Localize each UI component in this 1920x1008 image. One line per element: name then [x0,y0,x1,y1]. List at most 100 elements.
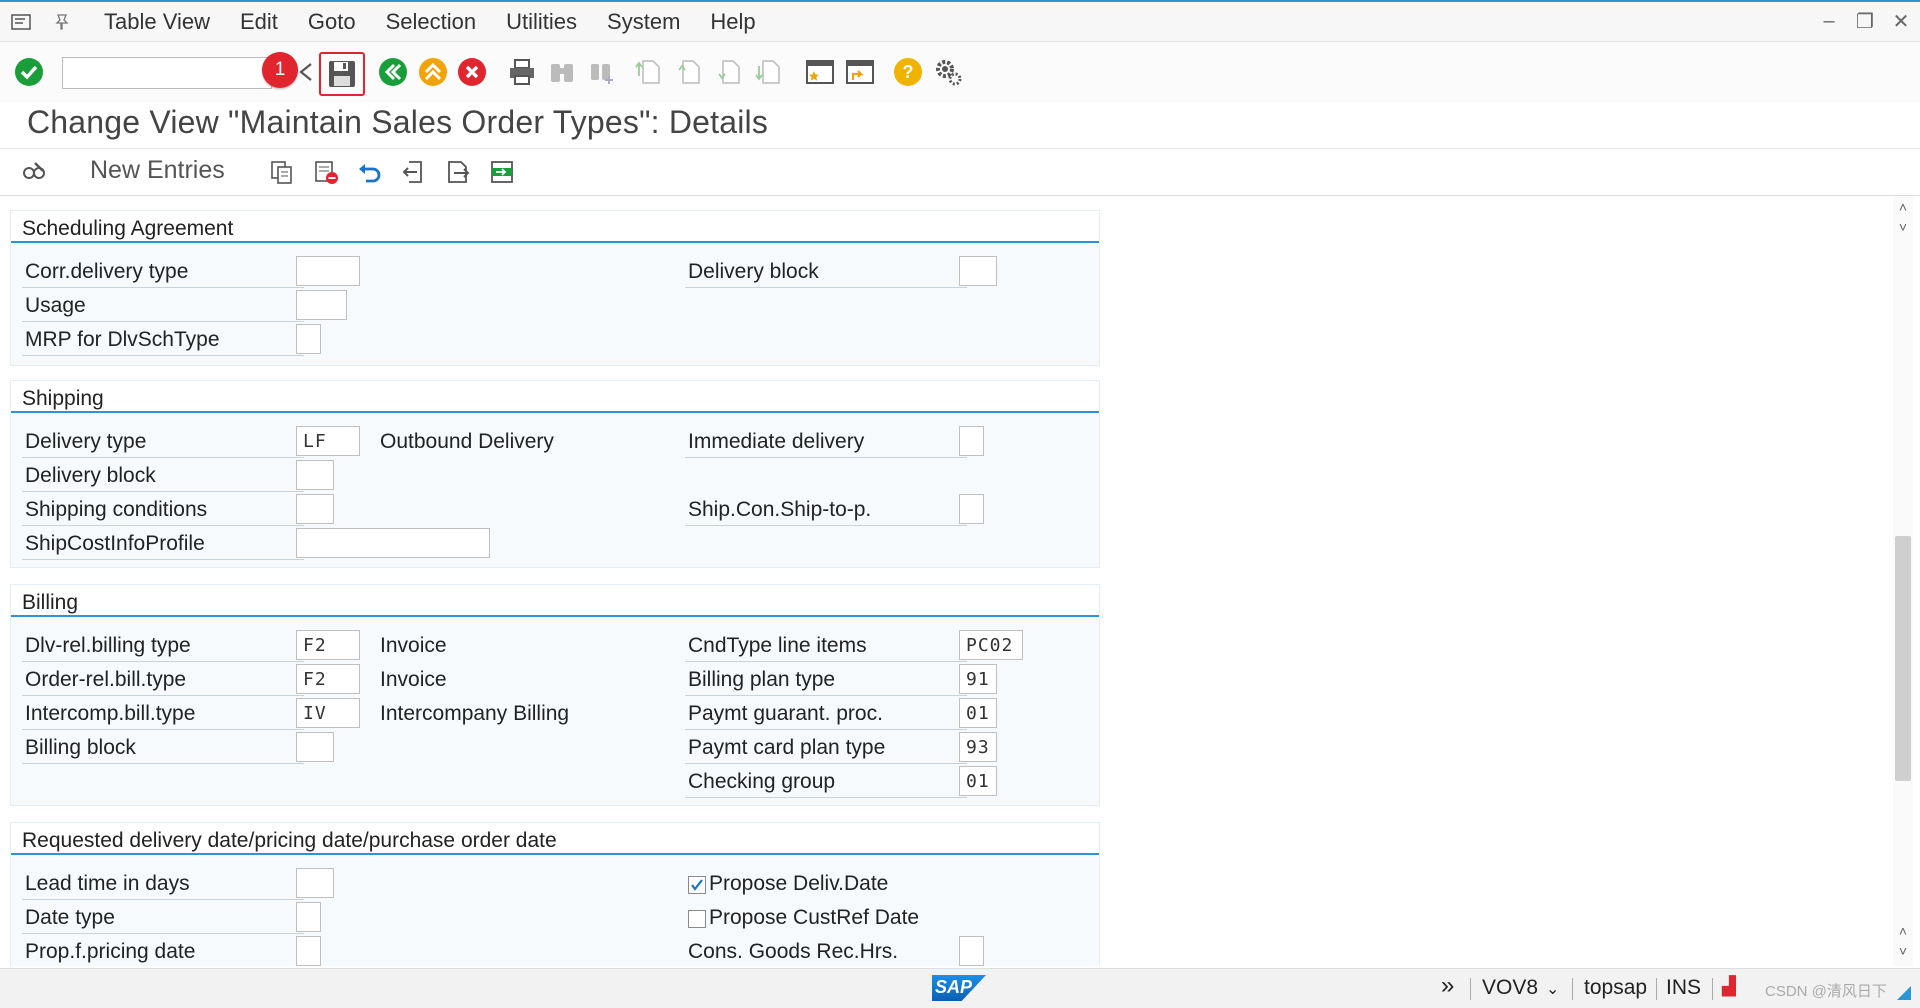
print-icon[interactable] [505,55,539,89]
menu-utilities[interactable]: Utilities [506,9,577,35]
checkmark-icon [691,879,703,891]
intercomp-bill-type-label: Intercomp.bill.type [22,699,304,730]
delivery-type-field[interactable] [296,426,360,456]
new-entries-button[interactable]: New Entries [90,156,225,185]
copy-as-icon[interactable] [268,158,296,186]
menu-goto[interactable]: Goto [308,9,356,35]
shortcut-icon[interactable] [843,55,877,89]
sap-logo: SAP [932,975,986,1001]
delivery-type-description: Outbound Delivery [380,430,554,453]
status-divider [1572,978,1573,1000]
dlv-rel-billing-type-field[interactable] [296,630,360,660]
usage-field[interactable] [296,290,347,320]
command-field[interactable] [62,57,272,89]
group-title: Requested delivery date/pricing date/pur… [11,823,1099,855]
minimize-icon[interactable]: – [1818,10,1840,32]
page-title: Change View "Maintain Sales Order Types"… [27,104,769,140]
menu-system[interactable]: System [607,9,680,35]
shipping-delivery-block-field[interactable] [296,460,334,490]
dlv-rel-billing-type-label: Dlv-rel.billing type [22,631,304,662]
back-icon[interactable] [376,55,410,89]
ship-cost-info-field[interactable] [296,528,490,558]
scroll-up-icon[interactable]: ˄ [1896,200,1910,214]
vertical-scrollbar[interactable]: ˄ ˅ ˄ ˅ [1893,196,1913,966]
create-session-icon[interactable] [803,55,837,89]
propose-custref-date-label: Propose CustRef Date [709,906,920,929]
immediate-delivery-field[interactable] [959,426,984,456]
intercomp-bill-type-field[interactable] [296,698,360,728]
propose-deliv-date-checkbox[interactable] [688,876,706,894]
first-page-icon[interactable] [632,55,666,89]
select-all-icon[interactable] [488,158,516,186]
group-title: Scheduling Agreement [11,211,1099,243]
menu-help[interactable]: Help [710,9,755,35]
menu-bar: Table View Edit Goto Selection Utilities… [0,0,1920,42]
cons-goods-rec-hrs-field[interactable] [959,936,984,966]
delivery-block-label: Delivery block [685,257,967,288]
menu-icon[interactable] [10,13,32,31]
expand-status-icon[interactable]: » [1441,972,1454,1000]
group-title: Shipping [11,381,1099,413]
menu-selection[interactable]: Selection [386,9,477,35]
lead-time-label: Lead time in days [22,869,304,900]
paymt-guarant-proc-label: Paymt guarant. proc. [685,699,967,730]
cndtype-line-items-field[interactable] [959,630,1023,660]
status-divider [1656,978,1657,1000]
cancel-icon[interactable] [455,55,489,89]
insert-mode[interactable]: INS [1666,976,1701,1000]
delivery-block-field[interactable] [959,256,997,286]
mrp-dlvschtype-field[interactable] [296,324,321,354]
save-button[interactable] [319,52,365,96]
order-rel-bill-type-field[interactable] [296,664,360,694]
previous-page-icon[interactable] [672,55,706,89]
scroll-up-page-icon[interactable]: ˅ [1896,220,1910,234]
date-type-field[interactable] [296,902,321,932]
lead-time-field[interactable] [296,868,334,898]
watermark-text: CSDN @清风日下 [1765,983,1887,1000]
help-icon[interactable]: ? [891,55,925,89]
scrollbar-thumb[interactable] [1895,536,1911,781]
undo-icon[interactable] [356,158,384,186]
delivery-type-label: Delivery type [22,427,304,458]
mrp-dlvschtype-label: MRP for DlvSchType [22,325,304,356]
detail-content: Scheduling Agreement Corr.delivery type … [0,196,1890,966]
propose-custref-date-checkbox[interactable] [688,910,706,928]
billing-block-field[interactable] [296,732,334,762]
pin-icon[interactable] [52,13,74,31]
restore-icon[interactable]: ❐ [1854,10,1876,33]
menu-edit[interactable]: Edit [240,9,278,35]
prop-pricing-date-field[interactable] [296,936,321,966]
ship-con-ship-to-field[interactable] [959,494,984,524]
find-icon[interactable] [545,55,579,89]
paymt-card-plan-type-field[interactable] [959,732,997,762]
resize-grip-icon[interactable] [1894,983,1912,1001]
enter-check-icon[interactable] [12,55,46,89]
display-change-icon[interactable] [20,158,48,186]
exit-icon[interactable] [416,55,450,89]
transaction-code: VOV8 [1482,976,1539,999]
scroll-down-icon[interactable]: ˅ [1896,944,1910,958]
cndtype-line-items-label: CndType line items [685,631,967,662]
settings-gear-icon[interactable] [931,55,965,89]
billing-plan-type-field[interactable] [959,664,997,694]
shipping-conditions-field[interactable] [296,494,334,524]
billing-plan-type-label: Billing plan type [685,665,967,696]
paymt-card-plan-type-label: Paymt card plan type [685,733,967,764]
status-divider [1712,978,1713,1000]
next-page-icon[interactable] [712,55,746,89]
delete-icon[interactable] [312,158,340,186]
paymt-guarant-proc-field[interactable] [959,698,997,728]
date-type-label: Date type [22,903,304,934]
checking-group-field[interactable] [959,766,997,796]
next-entry-icon[interactable] [444,158,472,186]
last-page-icon[interactable] [752,55,786,89]
find-next-icon[interactable] [585,55,619,89]
corr-delivery-type-field[interactable] [296,256,360,286]
menu-table-view[interactable]: Table View [104,9,210,35]
dlv-rel-billing-description: Invoice [380,634,447,657]
status-divider [1470,978,1471,1000]
previous-entry-icon[interactable] [400,158,428,186]
chevron-down-icon[interactable]: ⌄ [1546,979,1559,999]
scroll-down-page-icon[interactable]: ˄ [1896,924,1910,938]
close-window-icon[interactable]: ✕ [1890,10,1912,33]
